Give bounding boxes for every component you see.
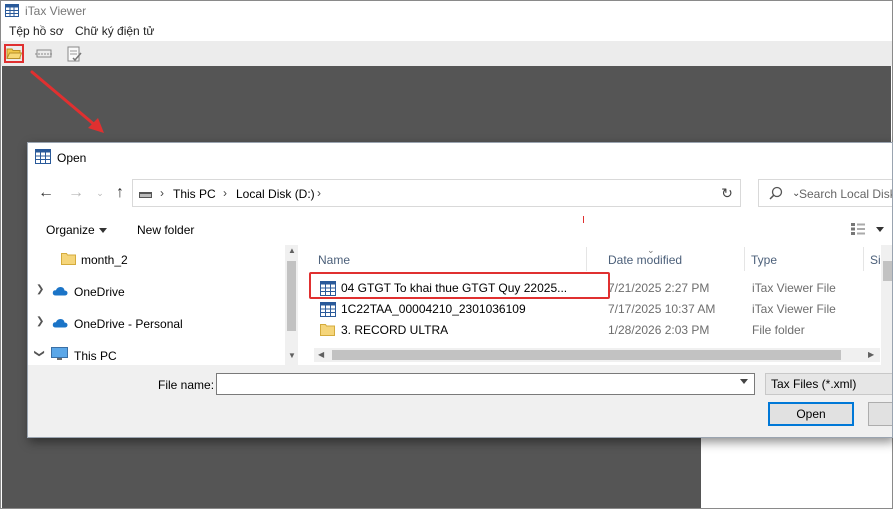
file-name-label: File name:: [158, 378, 215, 392]
column-name[interactable]: Name: [312, 247, 587, 271]
file-list: ⌄ Name Date modified Type Size 04 GTGT T…: [300, 245, 892, 365]
app-toolbar: [1, 41, 892, 66]
annotation-mark: [583, 216, 584, 223]
nav-item-month-2[interactable]: month_2: [28, 248, 288, 270]
scroll-down-icon[interactable]: ▼: [288, 351, 296, 360]
file-date: 1/28/2026 2:03 PM: [608, 323, 710, 337]
address-bar[interactable]: › This PC › Local Disk (D:) › ⌄: [132, 179, 800, 207]
folder-icon: [320, 324, 335, 336]
scanner-icon: [35, 49, 53, 57]
recent-locations-button[interactable]: ⌄: [90, 183, 110, 203]
view-caret-icon[interactable]: [876, 227, 884, 232]
dialog-title: Open: [57, 151, 87, 165]
file-date: 7/21/2025 2:27 PM: [608, 281, 710, 295]
column-type[interactable]: Type: [745, 247, 864, 271]
new-folder-button[interactable]: New folder: [137, 223, 194, 237]
nav-item-onedrive-personal[interactable]: ❯ OneDrive - Personal: [28, 312, 288, 334]
chevron-right-icon: ›: [223, 186, 227, 200]
file-row[interactable]: 1C22TAA_00004210_2301036109 7/17/2025 10…: [316, 299, 892, 319]
caret-down-icon: [98, 228, 107, 233]
chevron-right-icon[interactable]: ❯: [36, 284, 44, 295]
organize-button[interactable]: Organize: [46, 223, 107, 237]
file-name-field[interactable]: [216, 373, 755, 395]
file-type: iTax Viewer File: [752, 302, 836, 316]
nav-item-onedrive[interactable]: ❯ OneDrive: [28, 280, 288, 302]
command-bar: Organize New folder: [28, 216, 892, 243]
arrow-right-icon: →: [68, 184, 84, 201]
open-button[interactable]: Open: [768, 402, 854, 426]
open-folder-icon: [6, 48, 22, 59]
scroll-thumb[interactable]: [287, 261, 296, 331]
menu-digital-signature[interactable]: Chữ ký điện tử: [75, 24, 154, 38]
up-button[interactable]: ↑: [110, 183, 130, 203]
arrow-up-icon: ↑: [116, 184, 124, 201]
scroll-thumb[interactable]: [883, 261, 892, 281]
file-row[interactable]: 3. RECORD ULTRA 1/28/2026 2:03 PM File f…: [316, 320, 892, 340]
refresh-icon: ↻: [721, 184, 733, 201]
open-dialog: Open ← → ⌄ ↑ › This PC › Local Disk (D:)…: [27, 142, 893, 438]
nav-label: month_2: [81, 253, 128, 267]
search-icon: [769, 186, 783, 200]
file-date: 7/17/2025 10:37 AM: [608, 302, 716, 316]
chevron-down-icon[interactable]: ❯: [34, 349, 45, 357]
dialog-grid-icon: [35, 149, 51, 164]
breadcrumb-this-pc[interactable]: This PC: [173, 187, 216, 201]
nav-label: This PC: [74, 349, 117, 363]
file-name-dropdown-icon[interactable]: [740, 379, 748, 384]
search-input[interactable]: Search Local Disk (D:): [758, 179, 892, 207]
nav-scrollbar[interactable]: ▲ ▼: [285, 245, 298, 365]
arrow-left-icon: ←: [38, 184, 54, 201]
file-list-vscrollbar[interactable]: [881, 245, 892, 365]
column-date-modified[interactable]: Date modified: [602, 247, 745, 271]
nav-item-this-pc[interactable]: ❯ This PC: [28, 344, 288, 366]
scan-button[interactable]: [34, 44, 54, 63]
highlight-annotation: [309, 272, 610, 299]
chevron-down-icon: ⌄: [96, 187, 104, 198]
app-grid-icon: [5, 4, 19, 17]
cancel-button[interactable]: [868, 402, 892, 426]
app-titlebar: iTax Viewer: [1, 1, 892, 21]
scroll-up-icon[interactable]: ▲: [288, 246, 296, 255]
file-type: File folder: [752, 323, 805, 337]
open-file-button[interactable]: [4, 44, 24, 63]
file-name: 1C22TAA_00004210_2301036109: [341, 302, 526, 316]
file-type-filter[interactable]: Tax Files (*.xml): [765, 373, 892, 395]
forward-button[interactable]: →: [66, 183, 86, 203]
scroll-left-icon[interactable]: ◀: [318, 350, 324, 359]
file-name: 3. RECORD ULTRA: [341, 323, 449, 337]
refresh-button[interactable]: ↻: [714, 179, 741, 207]
folder-icon: [61, 253, 76, 265]
menu-file[interactable]: Tệp hồ sơ: [9, 24, 64, 38]
drive-icon: [139, 192, 152, 198]
navigation-pane: month_2 ❯ OneDrive ❯ OneDrive - Personal…: [28, 245, 298, 365]
scroll-right-icon[interactable]: ▶: [868, 350, 874, 359]
search-placeholder: Search Local Disk (D:): [799, 187, 892, 201]
organize-label: Organize: [46, 223, 95, 237]
nav-label: OneDrive - Personal: [74, 317, 183, 331]
nav-label: OneDrive: [74, 285, 125, 299]
dialog-titlebar: Open: [28, 143, 892, 173]
chevron-right-icon[interactable]: ❯: [36, 316, 44, 327]
breadcrumb-local-disk[interactable]: Local Disk (D:): [236, 187, 315, 201]
verify-button[interactable]: [64, 44, 84, 63]
grid-file-icon: [320, 302, 336, 317]
chevron-right-icon[interactable]: ›: [317, 186, 321, 200]
checklist-icon: [67, 46, 82, 61]
view-options-icon[interactable]: [850, 222, 866, 236]
dialog-footer: File name: Tax Files (*.xml) Open: [28, 365, 892, 437]
navigation-bar: ← → ⌄ ↑ › This PC › Local Disk (D:) › ⌄ …: [28, 177, 892, 209]
app-title: iTax Viewer: [25, 4, 87, 18]
file-type: iTax Viewer File: [752, 281, 836, 295]
scroll-thumb[interactable]: [332, 350, 841, 360]
cloud-icon: [52, 287, 68, 296]
back-button[interactable]: ←: [36, 183, 56, 203]
cloud-icon: [52, 319, 68, 328]
menubar: Tệp hồ sơ Chữ ký điện tử: [1, 22, 892, 41]
file-list-hscrollbar[interactable]: ◀ ▶: [314, 348, 880, 362]
monitor-icon: [51, 347, 68, 360]
chevron-right-icon: ›: [160, 186, 164, 200]
